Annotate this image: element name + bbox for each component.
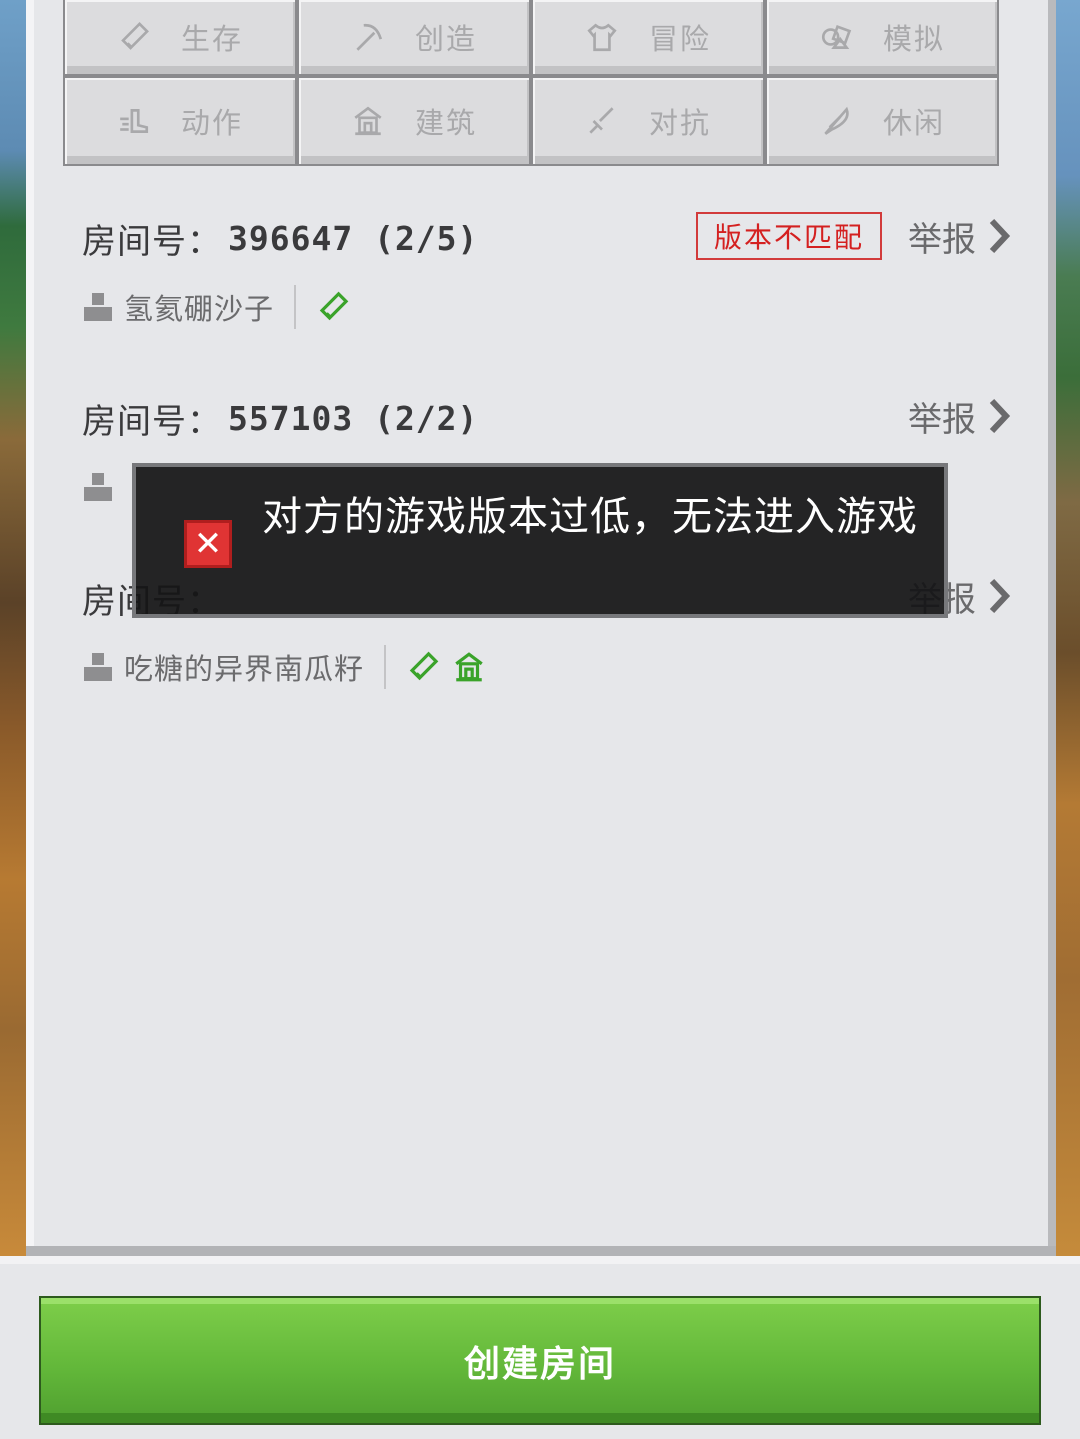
- panel-bottom-edge: [26, 1246, 1056, 1256]
- shapes-icon: [821, 25, 852, 49]
- room-owner-name: 吃糖的异界南瓜籽: [124, 652, 365, 686]
- feather-icon: [824, 106, 849, 135]
- category-grid: 生存 创造 冒险 模拟 动作 建筑 对抗 休闲: [63, 0, 999, 166]
- room-number-label: 房间号：: [82, 221, 222, 262]
- house-icon: [455, 652, 483, 682]
- background-scenery-left: [0, 0, 26, 1256]
- report-label: 举报: [908, 399, 976, 440]
- room-number: 396647 (2/5): [228, 218, 479, 258]
- category-pvp[interactable]: 对抗: [531, 76, 765, 166]
- version-mismatch-badge: 版本不匹配: [696, 212, 882, 260]
- boot-icon: [120, 109, 149, 133]
- create-room-button[interactable]: 创建房间: [39, 1296, 1041, 1425]
- report-label: 举报: [908, 219, 976, 260]
- category-survival[interactable]: 生存: [63, 0, 297, 76]
- pencil-icon: [121, 22, 149, 50]
- error-toast: ✕ 对方的游戏版本过低，无法进入游戏: [132, 463, 948, 618]
- sword-icon: [589, 107, 614, 134]
- category-casual[interactable]: 休闲: [765, 76, 999, 166]
- room-owner-name: 氢氦硼沙子: [124, 292, 275, 326]
- separator: [384, 645, 387, 689]
- toast-message: 对方的游戏版本过低，无法进入游戏: [262, 495, 918, 539]
- category-action[interactable]: 动作: [63, 76, 297, 166]
- report-link[interactable]: 举报: [908, 208, 1012, 264]
- pencil-icon: [319, 291, 349, 321]
- separator: [294, 285, 297, 329]
- chevron-right-icon: [989, 398, 1011, 434]
- player-icon: [84, 653, 112, 681]
- room-entry[interactable]: 房间号： 396647 (2/5) 版本不匹配 举报 氢氦硼沙子: [82, 208, 1022, 330]
- category-creative[interactable]: 创造: [297, 0, 531, 76]
- category-simulation[interactable]: 模拟: [765, 0, 999, 76]
- shirt-icon: [587, 23, 617, 52]
- house-icon: [354, 106, 382, 136]
- player-icon: [84, 473, 112, 501]
- room-number-label: 房间号：: [82, 401, 222, 442]
- background-scenery-right: [1054, 0, 1080, 1256]
- chevron-right-icon: [989, 578, 1011, 614]
- category-building[interactable]: 建筑: [297, 76, 531, 166]
- room-number: 557103 (2/2): [228, 398, 479, 438]
- report-link[interactable]: 举报: [908, 388, 1012, 444]
- chevron-right-icon: [989, 218, 1011, 254]
- pencil-icon: [409, 651, 439, 681]
- error-close-icon: ✕: [184, 520, 232, 568]
- player-icon: [84, 293, 112, 321]
- category-adventure[interactable]: 冒险: [531, 0, 765, 76]
- pickaxe-icon: [356, 23, 383, 51]
